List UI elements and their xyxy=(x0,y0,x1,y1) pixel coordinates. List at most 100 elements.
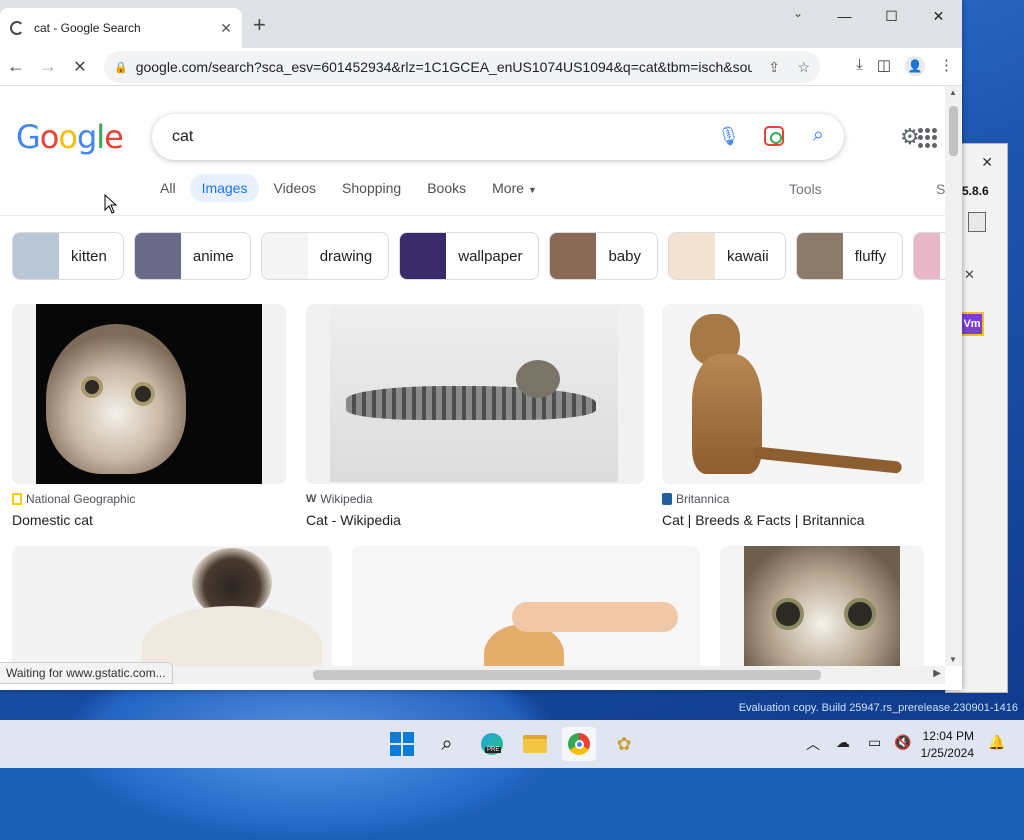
related-chip-wallpaper[interactable]: wallpaper xyxy=(399,232,540,280)
result-thumbnail[interactable] xyxy=(720,546,924,666)
clock[interactable]: 12:04 PM 1/25/2024 xyxy=(921,728,974,762)
source-name: Wikipedia xyxy=(320,492,373,506)
image-result[interactable] xyxy=(720,546,924,666)
notification-bell-icon[interactable]: 🔔 xyxy=(988,734,1005,751)
profile-avatar[interactable]: 👤 xyxy=(905,56,925,76)
tab-images[interactable]: Images xyxy=(189,174,260,202)
vertical-scrollbar[interactable]: ▲ ▼ xyxy=(945,86,962,666)
result-thumbnail[interactable] xyxy=(12,546,332,666)
result-source[interactable]: Britannica xyxy=(662,492,924,506)
chip-thumbnail xyxy=(550,233,597,279)
menu-icon[interactable]: ⋮ xyxy=(939,56,954,76)
toolbar: ← → ✕ 🔒 google.com/search?sca_esv=601452… xyxy=(0,48,962,86)
side-panel-icon[interactable]: ◫ xyxy=(877,56,891,76)
result-source[interactable]: W Wikipedia xyxy=(306,492,644,506)
related-chip-fluffy[interactable]: fluffy xyxy=(795,232,904,280)
file-explorer-icon[interactable] xyxy=(521,730,549,758)
edge-icon[interactable]: PRE xyxy=(478,730,506,758)
bookmark-star-icon[interactable]: ☆ xyxy=(797,59,810,76)
image-result[interactable]: National Geographic Domestic cat xyxy=(12,304,286,528)
tab-books[interactable]: Books xyxy=(427,174,466,202)
image-result[interactable]: W Wikipedia Cat - Wikipedia xyxy=(306,304,644,528)
display-icon[interactable]: ▭ xyxy=(868,734,881,751)
close-button[interactable]: ✕ xyxy=(915,0,962,32)
scroll-right-arrow-icon[interactable]: ▶ xyxy=(933,668,941,679)
bin-icon[interactable] xyxy=(968,212,986,232)
apps-grid-icon[interactable] xyxy=(918,128,938,148)
image-result[interactable]: Britannica Cat | Breeds & Facts | Britan… xyxy=(662,304,924,528)
new-tab-button[interactable]: + xyxy=(253,14,266,36)
related-chip-cropped[interactable] xyxy=(913,232,945,280)
tab-shopping[interactable]: Shopping xyxy=(342,174,401,202)
tab-close-icon[interactable]: ✕ xyxy=(220,20,232,37)
back-button[interactable]: ← xyxy=(0,51,32,83)
bee-app-icon[interactable]: ✿ xyxy=(610,730,638,758)
tools-button[interactable]: Tools xyxy=(789,181,822,197)
url-text[interactable]: google.com/search?sca_esv=601452934&rlz=… xyxy=(136,59,752,75)
settings-gear-icon[interactable]: ⚙ xyxy=(900,124,920,150)
search-box[interactable]: cat 🎙 ⌕ xyxy=(152,114,844,160)
volume-muted-icon[interactable]: 🔇 xyxy=(894,734,911,751)
google-logo[interactable]: Google xyxy=(16,118,124,156)
tab-search-icon[interactable]: ⌄ xyxy=(793,6,809,20)
vm-badge[interactable]: Vm xyxy=(960,312,984,336)
chip-thumbnail xyxy=(914,233,941,279)
chip-label: drawing xyxy=(319,247,373,265)
microphone-icon[interactable]: 🎙 xyxy=(717,126,740,147)
start-button[interactable] xyxy=(388,730,416,758)
close-icon[interactable]: ✕ xyxy=(981,154,993,171)
tab-videos[interactable]: Videos xyxy=(273,174,316,202)
result-title[interactable]: Domestic cat xyxy=(12,512,286,528)
result-title[interactable]: Cat | Breeds & Facts | Britannica xyxy=(662,512,924,528)
scrollbar-thumb[interactable] xyxy=(313,670,821,680)
source-name: National Geographic xyxy=(26,492,136,506)
evaluation-watermark: Evaluation copy. Build 25947.rs_prerelea… xyxy=(738,702,1018,714)
image-result[interactable] xyxy=(12,546,332,666)
related-chip-anime[interactable]: anime xyxy=(133,232,251,280)
stop-loading-button[interactable]: ✕ xyxy=(64,51,96,83)
close-icon[interactable]: ✕ xyxy=(964,267,975,283)
minimize-button[interactable]: — xyxy=(821,0,868,32)
browser-tab[interactable]: cat - Google Search ✕ xyxy=(0,8,242,48)
related-chip-baby[interactable]: baby xyxy=(549,232,658,280)
download-icon[interactable]: ⤓ xyxy=(856,56,863,76)
tab-more[interactable]: More ▼ xyxy=(492,174,537,202)
chip-label: anime xyxy=(192,247,234,265)
forward-button[interactable]: → xyxy=(32,51,64,83)
chrome-icon[interactable] xyxy=(562,727,596,761)
image-result[interactable] xyxy=(352,546,700,666)
chip-label: kawaii xyxy=(727,247,769,265)
tab-all[interactable]: All xyxy=(160,174,176,202)
scroll-up-arrow-icon[interactable]: ▲ xyxy=(949,88,957,97)
scrollbar-thumb[interactable] xyxy=(949,106,958,156)
search-icon[interactable]: ⌕ xyxy=(813,124,824,147)
search-input[interactable]: cat xyxy=(172,128,193,146)
result-thumbnail[interactable] xyxy=(306,304,644,484)
safesearch-button-truncated[interactable]: S xyxy=(936,181,945,197)
result-thumbnail[interactable] xyxy=(12,304,286,484)
chip-thumbnail xyxy=(796,233,843,279)
search-icon[interactable]: ⌕ xyxy=(433,730,461,758)
lock-icon[interactable]: 🔒 xyxy=(114,61,128,74)
result-thumbnail[interactable] xyxy=(662,304,924,484)
chip-label: kitten xyxy=(71,247,107,265)
divider xyxy=(0,215,945,216)
natgeo-icon xyxy=(12,493,22,505)
chip-label: wallpaper xyxy=(458,247,523,265)
scroll-down-arrow-icon[interactable]: ▼ xyxy=(949,655,957,664)
related-chip-kawaii[interactable]: kawaii xyxy=(668,232,786,280)
address-bar[interactable]: 🔒 google.com/search?sca_esv=601452934&rl… xyxy=(104,51,820,83)
result-source[interactable]: National Geographic xyxy=(12,492,286,506)
maximize-button[interactable]: ☐ xyxy=(868,0,915,32)
taskbar: ⌕ PRE ✿ ︿ ☁ ▭ 🔇 12:04 PM 1/25/2024 🔔 xyxy=(0,720,1024,768)
result-thumbnail[interactable] xyxy=(352,546,700,666)
onedrive-cloud-icon[interactable]: ☁ xyxy=(836,734,850,751)
show-hidden-icons-chevron-icon[interactable]: ︿ xyxy=(806,734,820,754)
result-title[interactable]: Cat - Wikipedia xyxy=(306,512,644,528)
clock-date: 1/25/2024 xyxy=(920,746,974,760)
related-chip-kitten[interactable]: kitten xyxy=(12,232,124,280)
share-icon[interactable]: ⇪ xyxy=(768,59,780,76)
related-chip-drawing[interactable]: drawing xyxy=(260,232,390,280)
google-lens-icon[interactable] xyxy=(764,126,784,146)
chip-label: fluffy xyxy=(854,247,887,265)
